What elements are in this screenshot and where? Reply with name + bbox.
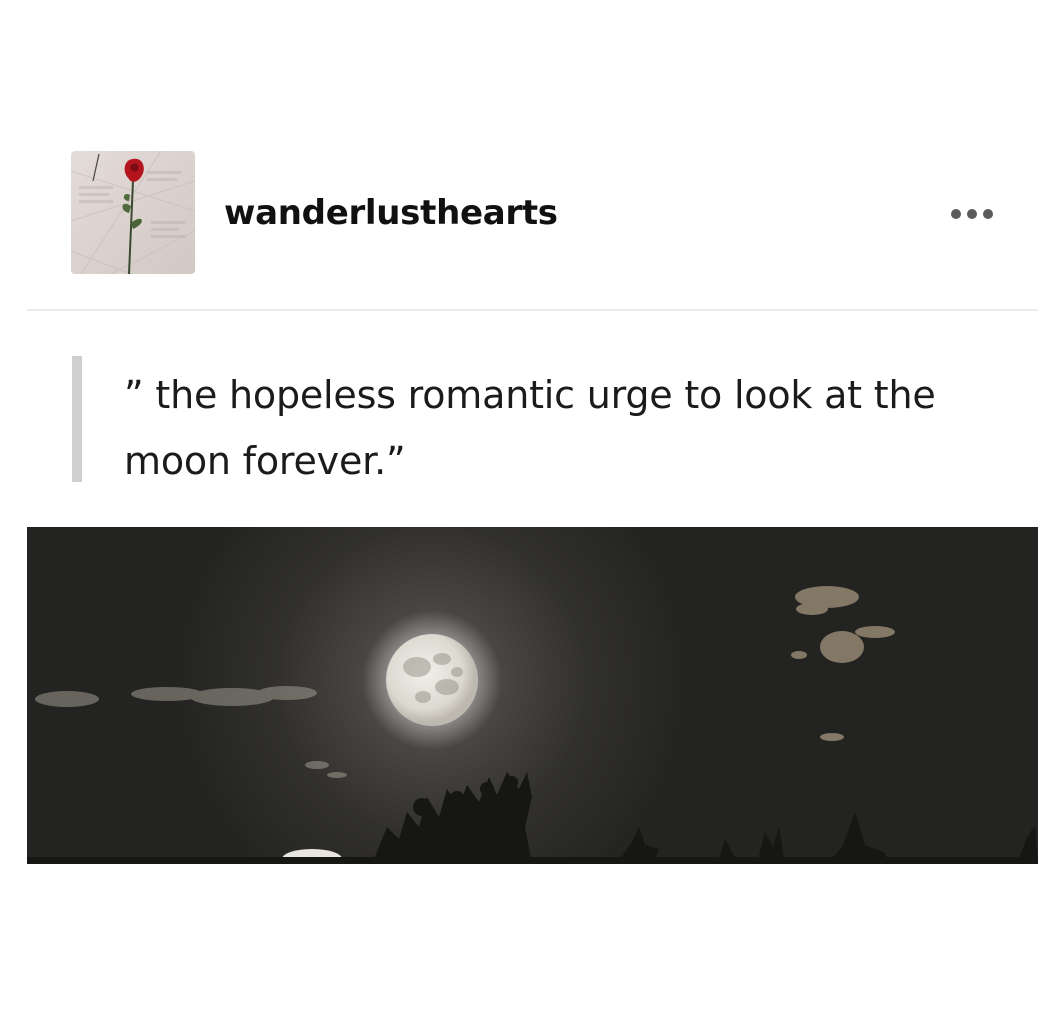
more-options-button[interactable] [944,196,1000,232]
avatar[interactable] [71,151,195,274]
quote-text: ” the hopeless romantic urge to look at … [124,373,936,483]
post-header: wanderlusthearts [0,0,1064,310]
quote-bar [72,356,82,482]
header-divider [27,309,1038,311]
username-link[interactable]: wanderlusthearts [224,193,558,233]
rose-icon [71,151,195,274]
quote-block: ” the hopeless romantic urge to look at … [72,356,1032,483]
moon-photo[interactable] [27,527,1038,864]
moon-image [27,527,1038,864]
ellipsis-icon [951,209,993,219]
